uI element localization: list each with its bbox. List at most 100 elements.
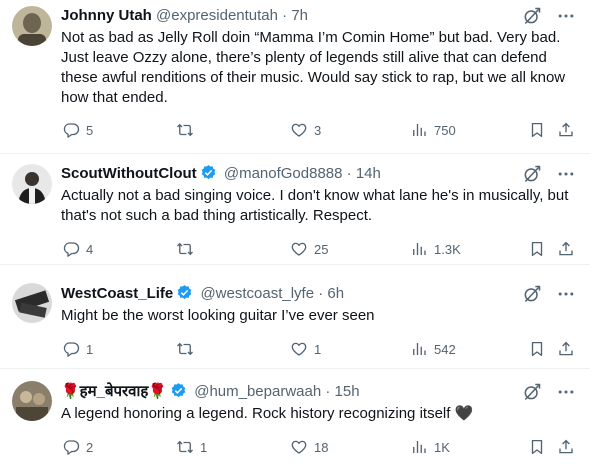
tweet-text: A legend honoring a legend. Rock history… [61, 405, 474, 422]
views-button[interactable]: 750 [410, 120, 456, 140]
tweet[interactable]: Johnny Utah @expresidentutah · 7h Not as… [0, 0, 590, 154]
tweet-text: Might be the worst looking guitar I’ve e… [61, 307, 375, 324]
tweet[interactable]: 🌹हम_बेपरवाह🌹 @hum_beparwaah · 15h A lege… [0, 369, 590, 469]
tweet[interactable]: WestCoast_Life @westcoast_lyfe · 6h Migh… [0, 265, 590, 369]
share-button[interactable] [557, 239, 575, 259]
like-icon [290, 240, 308, 258]
like-count: 18 [314, 439, 329, 455]
reply-icon [62, 340, 80, 358]
repost-icon [176, 340, 194, 358]
user-handle[interactable]: @westcoast_lyfe [200, 285, 314, 302]
bookmark-button[interactable] [528, 120, 546, 140]
like-icon [290, 121, 308, 139]
verified-badge-icon [200, 164, 217, 181]
tweet-text: Actually not a bad singing voice. I don'… [61, 187, 569, 224]
share-icon [557, 121, 575, 139]
reply-button[interactable]: 1 [62, 339, 93, 359]
tweet-text: Not as bad as Jelly Roll doin “Mamma I’m… [61, 29, 566, 106]
display-name[interactable]: ScoutWithoutClout [61, 165, 197, 182]
repost-button[interactable] [176, 120, 200, 140]
reply-count: 5 [86, 122, 94, 138]
views-count: 750 [434, 122, 456, 138]
display-name[interactable]: WestCoast_Life [61, 285, 173, 302]
bookmark-button[interactable] [528, 437, 546, 457]
tweet-header: ScoutWithoutClout @manofGod8888 · 14h [61, 164, 520, 184]
user-handle[interactable]: @expresidentutah [156, 7, 278, 24]
views-count: 542 [434, 341, 456, 357]
share-button[interactable] [557, 120, 575, 140]
views-icon [410, 340, 428, 358]
more-icon[interactable] [556, 164, 576, 184]
share-button[interactable] [557, 339, 575, 359]
like-count: 3 [314, 122, 322, 138]
like-button[interactable]: 18 [290, 437, 328, 457]
avatar[interactable] [12, 164, 52, 204]
views-button[interactable]: 1K [410, 437, 450, 457]
tweet-header: 🌹हम_बेपरवाह🌹 @hum_beparwaah · 15h [61, 382, 520, 402]
more-icon[interactable] [556, 382, 576, 402]
reply-count: 2 [86, 439, 94, 455]
separator-dot: · [325, 383, 331, 400]
reply-button[interactable]: 4 [62, 239, 93, 259]
separator-dot: · [318, 285, 324, 302]
grok-icon[interactable] [522, 164, 542, 184]
repost-count: 1 [200, 439, 208, 455]
grok-icon[interactable] [522, 6, 542, 26]
views-button[interactable]: 542 [410, 339, 456, 359]
bookmark-icon [528, 121, 546, 139]
grok-icon[interactable] [522, 284, 542, 304]
bookmark-icon [528, 438, 546, 456]
bookmark-icon [528, 240, 546, 258]
views-button[interactable]: 1.3K [410, 239, 461, 259]
reply-count: 1 [86, 341, 94, 357]
reply-button[interactable]: 5 [62, 120, 93, 140]
like-icon [290, 438, 308, 456]
share-button[interactable] [557, 437, 575, 457]
grok-icon[interactable] [522, 382, 542, 402]
views-count: 1K [434, 439, 450, 455]
bookmark-button[interactable] [528, 339, 546, 359]
views-icon [410, 438, 428, 456]
timestamp[interactable]: 7h [291, 7, 308, 24]
separator-dot: · [346, 165, 352, 182]
user-handle[interactable]: @hum_beparwaah [194, 383, 321, 400]
share-icon [557, 438, 575, 456]
reply-count: 4 [86, 241, 94, 257]
more-icon[interactable] [556, 284, 576, 304]
avatar[interactable] [12, 381, 52, 421]
share-icon [557, 340, 575, 358]
like-button[interactable]: 25 [290, 239, 328, 259]
bookmark-icon [528, 340, 546, 358]
like-button[interactable]: 3 [290, 120, 321, 140]
tweet[interactable]: ScoutWithoutClout @manofGod8888 · 14h Ac… [0, 154, 590, 265]
reply-icon [62, 240, 80, 258]
avatar[interactable] [12, 6, 52, 46]
repost-icon [176, 240, 194, 258]
share-icon [557, 240, 575, 258]
avatar[interactable] [12, 283, 52, 323]
verified-badge-icon [170, 382, 187, 399]
separator-dot: · [282, 7, 288, 24]
like-button[interactable]: 1 [290, 339, 321, 359]
tweet-header: Johnny Utah @expresidentutah · 7h [61, 6, 520, 26]
tweet-header: WestCoast_Life @westcoast_lyfe · 6h [61, 284, 520, 304]
like-icon [290, 340, 308, 358]
reply-button[interactable]: 2 [62, 437, 93, 457]
display-name[interactable]: Johnny Utah [61, 7, 152, 24]
reply-icon [62, 121, 80, 139]
repost-button[interactable] [176, 239, 200, 259]
timestamp[interactable]: 15h [335, 383, 360, 400]
like-count: 1 [314, 341, 322, 357]
timestamp[interactable]: 6h [327, 285, 344, 302]
more-icon[interactable] [556, 6, 576, 26]
verified-badge-icon [176, 284, 193, 301]
user-handle[interactable]: @manofGod8888 [224, 165, 343, 182]
like-count: 25 [314, 241, 329, 257]
repost-icon [176, 121, 194, 139]
bookmark-button[interactable] [528, 239, 546, 259]
repost-button[interactable] [176, 339, 200, 359]
display-name[interactable]: 🌹हम_बेपरवाह🌹 [61, 383, 167, 400]
repost-icon [176, 438, 194, 456]
timestamp[interactable]: 14h [356, 165, 381, 182]
repost-button[interactable]: 1 [176, 437, 207, 457]
